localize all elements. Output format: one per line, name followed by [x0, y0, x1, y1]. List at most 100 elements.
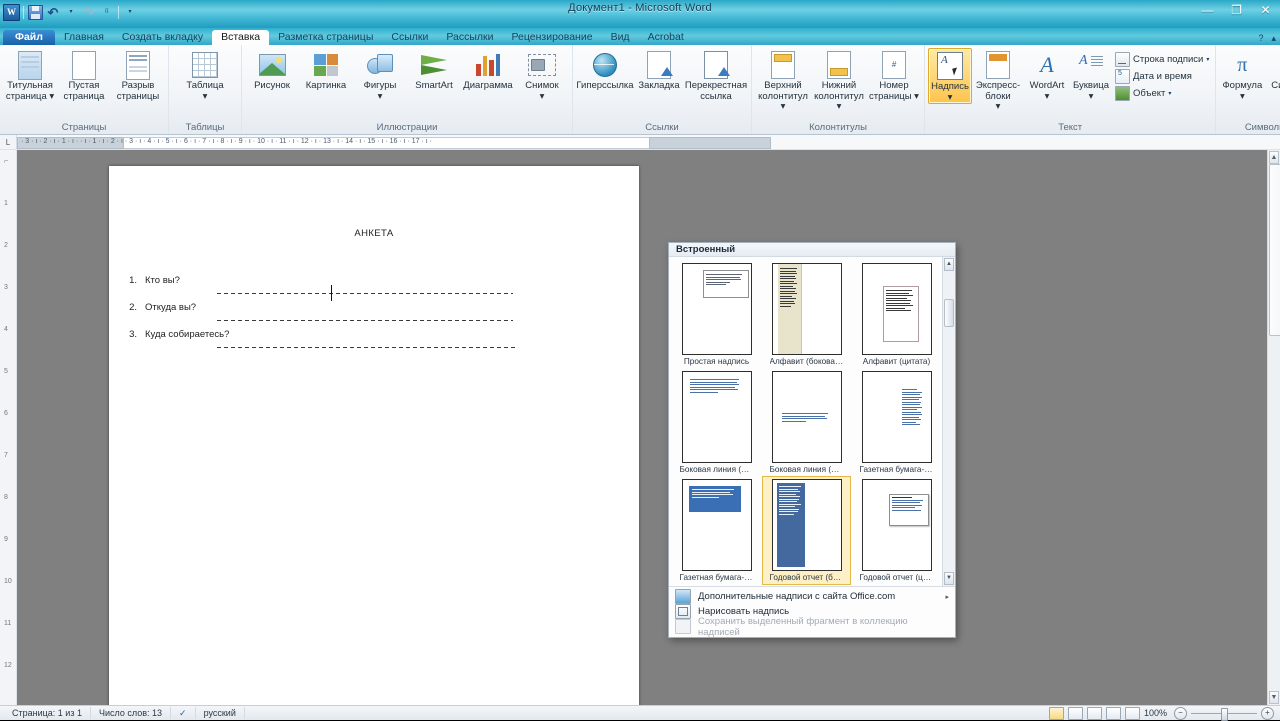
gallery-item-alphabet-quote[interactable]: Алфавит (цитата) [853, 261, 940, 368]
tab-acrobat[interactable]: Acrobat [639, 30, 693, 45]
minimize-button[interactable]: — [1193, 0, 1222, 19]
horizontal-ruler[interactable]: · 3 · ı · 2 · ı · 1 · ı · · ı · 1 · ı · … [17, 135, 1280, 149]
table-button[interactable]: Таблица▾ [178, 48, 232, 102]
ribbon-help-area[interactable]: ? ▴ [1258, 33, 1276, 44]
zoom-out-button[interactable]: − [1174, 707, 1187, 720]
ribbon-group-tables: Таблица▾ Таблицы [169, 45, 242, 134]
tab-mailings[interactable]: Рассылки [437, 30, 502, 45]
status-word-count[interactable]: Число слов: 13 [91, 707, 171, 719]
object-dropdown-icon[interactable]: ▾ [1168, 90, 1171, 97]
bookmark-button[interactable]: Закладка [634, 48, 684, 92]
zoom-level[interactable]: 100% [1144, 708, 1170, 718]
gallery-item-sideline-quote[interactable]: Боковая линия (цитата) [763, 369, 850, 476]
ribbon-tabs[interactable]: Файл Главная Создать вкладку Вставка Раз… [0, 28, 1280, 45]
status-page-indicator[interactable]: Страница: 1 из 1 [4, 707, 91, 719]
list-item[interactable]: 1. Кто вы? [109, 275, 639, 286]
menu-item-more-text-boxes[interactable]: Дополнительные надписи с сайта Office.co… [669, 589, 955, 604]
close-button[interactable]: ✕ [1251, 0, 1280, 19]
clipart-button[interactable]: Картинка [299, 48, 353, 92]
gallery-item-alphabet-sidebar[interactable]: Алфавит (боковая по... [763, 261, 850, 368]
document-canvas[interactable]: АНКЕТА 1. Кто вы? 2. Откуда вы? 3. Куда … [17, 150, 1280, 705]
gallery-scroll-down-button[interactable]: ▼ [944, 572, 954, 585]
tab-stop-selector[interactable]: L [0, 135, 17, 149]
table-label: Таблица▾ [186, 81, 223, 102]
list-item[interactable]: 3. Куда собираетесь? [109, 329, 639, 340]
text-box-gallery-dropdown[interactable]: Встроенный Простая надпись [668, 242, 956, 638]
screenshot-button[interactable]: Снимок▾ [515, 48, 569, 102]
gallery-item-label: Алфавит (боковая по... [770, 357, 844, 367]
list-item[interactable]: 2. Откуда вы? [109, 302, 639, 313]
scroll-down-button[interactable]: ▼ [1269, 691, 1279, 704]
chart-button[interactable]: Диаграмма [461, 48, 515, 92]
smartart-button[interactable]: SmartArt [407, 48, 461, 92]
hyperlink-button[interactable]: Гиперссылка [576, 48, 634, 92]
picture-button[interactable]: Рисунок [245, 48, 299, 92]
gallery-scroll-thumb[interactable] [944, 299, 954, 327]
redo-icon[interactable]: ↷ [81, 5, 97, 20]
wordart-icon: A [1040, 50, 1053, 80]
word-logo-icon[interactable]: W [3, 4, 20, 21]
tab-create-tab[interactable]: Создать вкладку [113, 30, 212, 45]
gallery-item-annual-report-quote[interactable]: Годовой отчет (цитата) [853, 477, 940, 584]
view-outline-button[interactable] [1106, 707, 1121, 720]
signature-line-button[interactable]: Строка подписи ▾ [1112, 51, 1212, 67]
tab-insert[interactable]: Вставка [212, 30, 269, 45]
equation-button[interactable]: π Формула▾ [1219, 48, 1265, 102]
view-print-layout-button[interactable] [1049, 707, 1064, 720]
object-button[interactable]: Объект ▾ [1112, 85, 1212, 101]
symbol-button[interactable]: Ω Символ▾ [1265, 48, 1280, 102]
text-cursor [331, 285, 332, 301]
gallery-item-newsprint-sidebar[interactable]: Газетная бумага-боко... [853, 369, 940, 476]
page-break-button[interactable]: Разрыв страницы [111, 48, 165, 102]
date-time-button[interactable]: Дата и время [1112, 68, 1212, 84]
undo-dropdown-icon[interactable]: ▾ [63, 5, 79, 20]
drop-cap-button[interactable]: A Буквица▾ [1070, 48, 1112, 102]
cross-reference-button[interactable]: Перекрестная ссылка [684, 48, 748, 102]
window-controls[interactable]: — ❐ ✕ [1193, 0, 1280, 19]
save-selection-icon [675, 619, 691, 634]
gallery-item-simple-text-box[interactable]: Простая надпись [673, 261, 760, 368]
page-number-button[interactable]: # Номер страницы ▾ [867, 48, 921, 102]
tab-review[interactable]: Рецензирование [502, 30, 601, 45]
blank-page-button[interactable]: Пустая страница [57, 48, 111, 102]
customize-qat-icon[interactable]: ▾ [122, 5, 138, 20]
qat-extra-icon[interactable]: ⌷ [99, 5, 115, 20]
gallery-scrollbar[interactable]: ▲ ▼ [942, 257, 955, 586]
view-web-layout-button[interactable] [1087, 707, 1102, 720]
quick-parts-button[interactable]: Экспресс-блоки▾ [972, 48, 1024, 113]
help-icon[interactable]: ? [1258, 33, 1263, 44]
gallery-scroll-up-button[interactable]: ▲ [944, 258, 954, 271]
shapes-button[interactable]: Фигуры▾ [353, 48, 407, 102]
tab-home[interactable]: Главная [55, 30, 113, 45]
gallery-item-newsprint-pullquote[interactable]: Газетная бумага-брос... [673, 477, 760, 584]
header-button[interactable]: Верхний колонтитул ▾ [755, 48, 811, 113]
status-proofing-icon[interactable]: ✓ [171, 707, 196, 719]
quick-access-toolbar[interactable]: W ↶ ▾ ↷ ⌷ ▾ [0, 0, 138, 21]
tab-view[interactable]: Вид [602, 30, 639, 45]
view-full-screen-reading-button[interactable] [1068, 707, 1083, 720]
restore-button[interactable]: ❐ [1222, 0, 1251, 19]
cover-page-button[interactable]: Титульная страница ▾ [3, 48, 57, 102]
zoom-in-button[interactable]: + [1261, 707, 1274, 720]
scroll-thumb[interactable] [1269, 164, 1280, 336]
gallery-item-annual-report-sidebar[interactable]: Годовой отчет (боков... [763, 477, 850, 584]
text-box-button[interactable]: A Надпись▾ [928, 48, 972, 104]
document-page[interactable]: АНКЕТА 1. Кто вы? 2. Откуда вы? 3. Куда … [109, 166, 639, 705]
view-draft-button[interactable] [1125, 707, 1140, 720]
scroll-up-button[interactable]: ▲ [1269, 151, 1279, 164]
tab-file[interactable]: Файл [3, 30, 55, 45]
status-language[interactable]: русский [196, 707, 245, 719]
save-icon[interactable] [27, 5, 43, 20]
gallery-item-sideline-sidebar[interactable]: Боковая линия (боко... [673, 369, 760, 476]
wordart-button[interactable]: A WordArt▾ [1024, 48, 1070, 102]
tab-references[interactable]: Ссылки [382, 30, 437, 45]
zoom-slider-handle[interactable] [1221, 708, 1228, 721]
vertical-ruler[interactable]: ⌐ 1 2 3 4 5 6 7 8 9 10 11 12 [0, 150, 17, 705]
footer-button[interactable]: Нижний колонтитул ▾ [811, 48, 867, 113]
tab-page-layout[interactable]: Разметка страницы [269, 30, 382, 45]
zoom-slider[interactable] [1191, 708, 1257, 719]
minimize-ribbon-icon[interactable]: ▴ [1271, 33, 1276, 44]
undo-icon[interactable]: ↶ [45, 5, 61, 20]
vertical-scrollbar[interactable]: ▲ ▼ [1267, 150, 1280, 705]
signature-line-dropdown-icon[interactable]: ▾ [1206, 56, 1209, 63]
